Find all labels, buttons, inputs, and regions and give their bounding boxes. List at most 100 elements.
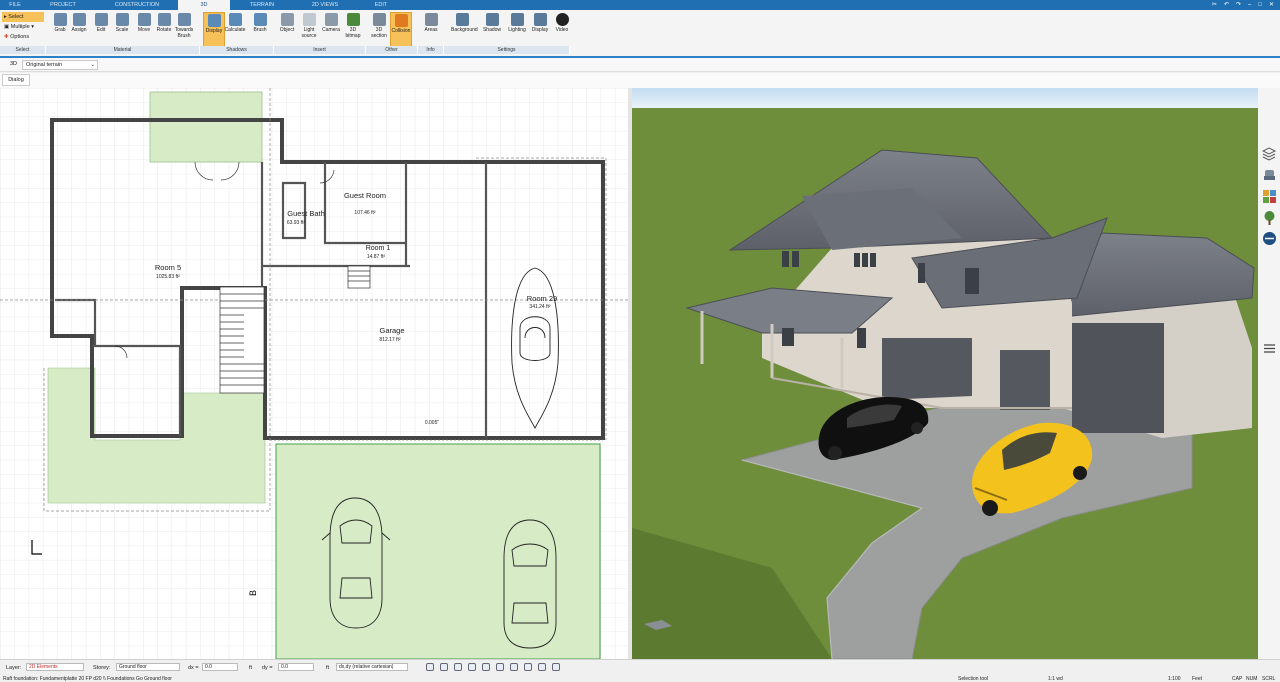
group-label-info: Info	[418, 46, 444, 54]
areas-button[interactable]: Areas	[420, 12, 442, 48]
tool-icon[interactable]: ✂	[1212, 0, 1217, 10]
angle-icon[interactable]	[468, 663, 476, 671]
display-button[interactable]: Display	[203, 12, 225, 48]
rotate-button[interactable]: Rotate	[153, 12, 175, 48]
terrain-select[interactable]: Original terrain ⌄	[22, 60, 98, 70]
select-button[interactable]: ▸ Select	[2, 12, 44, 22]
right-toolbar	[1258, 88, 1280, 659]
tab-edit[interactable]: EDIT	[356, 0, 406, 10]
scale-button[interactable]: Scale	[111, 12, 133, 48]
rooms-icon[interactable]	[538, 663, 546, 671]
3d-section-button[interactable]: 3D section	[368, 12, 390, 48]
ribbon-button-label: 3D bitmap	[345, 27, 361, 39]
storey-select[interactable]: Ground floor	[116, 663, 180, 671]
camera-button[interactable]: Camera	[320, 12, 342, 48]
layer-select[interactable]: 2D Elements	[26, 663, 84, 671]
assign-button[interactable]: Assign	[68, 12, 90, 48]
floor-plan-canvas[interactable]: B Room 5 1025.83 ft² Guest Room 107.46 f…	[0, 88, 631, 659]
light-source-icon	[302, 13, 316, 26]
snap-icon[interactable]	[426, 663, 434, 671]
material-icon[interactable]	[1262, 189, 1277, 204]
move-icon	[137, 13, 151, 26]
maximize-icon[interactable]: □	[1258, 0, 1262, 10]
collision-button[interactable]: Collision	[390, 12, 412, 48]
walls-icon[interactable]	[524, 663, 532, 671]
tab-terrain[interactable]: TERRAIN	[230, 0, 294, 10]
num-status: NUM	[1246, 676, 1258, 682]
menu-icon[interactable]	[1262, 341, 1277, 356]
scroll-status: SCRL	[1262, 676, 1276, 682]
coordinate-mode-select[interactable]: dx,dy (relative cartesian)	[336, 663, 408, 671]
3d-bitmap-button[interactable]: 3D bitmap	[342, 12, 364, 48]
display-button[interactable]: Display	[529, 12, 551, 48]
chair-icon[interactable]	[1262, 168, 1277, 183]
dx-unit: ft	[249, 665, 253, 671]
video-icon	[555, 13, 569, 26]
ribbon-button-label: Brush	[253, 27, 267, 33]
ortho-icon[interactable]	[440, 663, 448, 671]
lighting-icon	[510, 13, 524, 26]
video-button[interactable]: Video	[551, 12, 573, 48]
shadow-button[interactable]: Shadow	[481, 12, 503, 48]
dy-input[interactable]: 0.0	[278, 663, 314, 671]
object-button[interactable]: Object	[276, 12, 298, 48]
grid-icon[interactable]	[454, 663, 462, 671]
redo-icon[interactable]: ↷	[1236, 0, 1241, 10]
3d-section-icon	[372, 13, 386, 26]
room-area: 107.46 ft²	[354, 210, 375, 216]
ribbon-button-label: Background	[451, 27, 478, 33]
move-button[interactable]: Move	[133, 12, 155, 48]
tab-2d-views[interactable]: 2D VIEWS	[294, 0, 356, 10]
layers-icon[interactable]	[1261, 146, 1277, 161]
3d-bitmap-icon	[346, 13, 360, 26]
view-icon[interactable]	[510, 663, 518, 671]
towards-brush-button[interactable]: Towards Brush	[173, 12, 195, 48]
undo-icon[interactable]: ↶	[1224, 0, 1229, 10]
ribbon-button-label: Shadow	[482, 27, 502, 33]
chevron-down-icon: ⌄	[90, 62, 95, 68]
rotate-icon	[157, 13, 171, 26]
dx-input[interactable]: 0.0	[202, 663, 238, 671]
view-icon[interactable]	[1262, 231, 1277, 246]
3d-canvas[interactable]	[632, 88, 1258, 659]
grab-icon	[53, 13, 67, 26]
line-icon[interactable]	[482, 663, 490, 671]
ribbon-button-label: Areas	[424, 27, 438, 33]
ribbon-button-label: Camera	[322, 27, 340, 33]
room-name: Room 5	[155, 263, 181, 272]
group-label-settings: Settings	[444, 46, 570, 54]
dx-label: dx =	[188, 665, 199, 671]
tab-3d[interactable]: 3D	[178, 0, 230, 10]
ribbon-button-label: Display	[531, 27, 549, 33]
lighting-button[interactable]: Lighting	[506, 12, 528, 48]
measure-icon[interactable]	[496, 663, 504, 671]
ribbon-button-label: Video	[555, 27, 569, 33]
render-icon[interactable]	[552, 663, 560, 671]
close-icon[interactable]: ✕	[1269, 0, 1274, 10]
assign-icon	[72, 13, 86, 26]
calculate-button[interactable]: Calculate	[224, 12, 246, 48]
room-name: Guest Room	[344, 191, 386, 200]
background-button[interactable]: Background	[451, 12, 478, 48]
multiple-button[interactable]: ▣ Multiple ▾	[2, 22, 44, 32]
shadow-icon	[485, 13, 499, 26]
selection-path: Raft foundation: Fundamentplatte 20 FP d…	[3, 676, 172, 682]
ribbon-button-label: 3D section	[371, 27, 387, 39]
tab-file[interactable]: FILE	[0, 0, 30, 10]
group-label-insert: Insert	[274, 46, 366, 54]
options-button[interactable]: ✚ Options	[2, 32, 44, 42]
room-area: 14.87 ft²	[367, 254, 386, 260]
tab-construction[interactable]: CONSTRUCTION	[96, 0, 178, 10]
light-source-button[interactable]: Light source	[298, 12, 320, 48]
3d-view[interactable]	[632, 88, 1258, 659]
floor-plan-view[interactable]: B Room 5 1025.83 ft² Guest Room 107.46 f…	[0, 88, 631, 659]
edit-button[interactable]: Edit	[90, 12, 112, 48]
brush-button[interactable]: Brush	[249, 12, 271, 48]
view-mode-label: 3D	[10, 61, 18, 67]
layer-label: Layer:	[6, 665, 22, 671]
ribbon-button-label: Edit	[96, 27, 106, 33]
minimize-icon[interactable]: –	[1248, 0, 1251, 10]
tab-project[interactable]: PROJECT	[30, 0, 96, 10]
dialog-button[interactable]: Dialog	[2, 74, 30, 86]
tree-icon[interactable]	[1262, 210, 1277, 225]
